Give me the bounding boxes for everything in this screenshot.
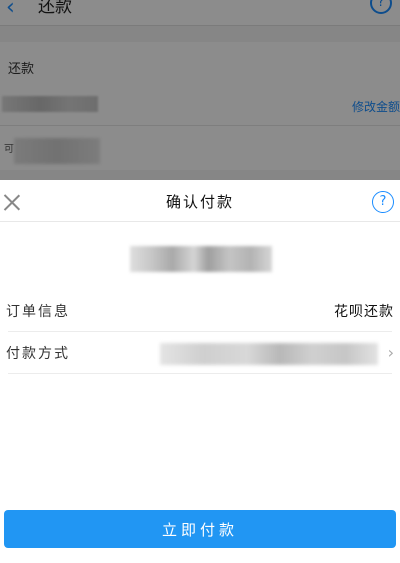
help-icon[interactable]: ? [372,191,394,213]
blurred-amount [130,246,272,272]
sheet-title: 确认付款 [165,193,234,211]
chevron-right-icon: › [387,343,394,362]
pay-now-button[interactable]: 立即付款 [4,510,396,548]
payment-sheet: 确认付款 ? 订单信息 花呗还款 付款方式 › 立即付款 [0,180,400,563]
sheet-header: 确认付款 ? [0,180,400,222]
order-info-label: 订单信息 [6,304,70,320]
divider [8,373,392,374]
order-info-row: 订单信息 花呗还款 [0,290,400,332]
payment-method-row[interactable]: 付款方式 › [0,332,400,374]
order-info-value: 花呗还款 [334,304,394,320]
modal-overlay[interactable] [0,0,400,180]
payment-method-label: 付款方式 [6,346,70,362]
blurred-payment-method [160,343,378,365]
